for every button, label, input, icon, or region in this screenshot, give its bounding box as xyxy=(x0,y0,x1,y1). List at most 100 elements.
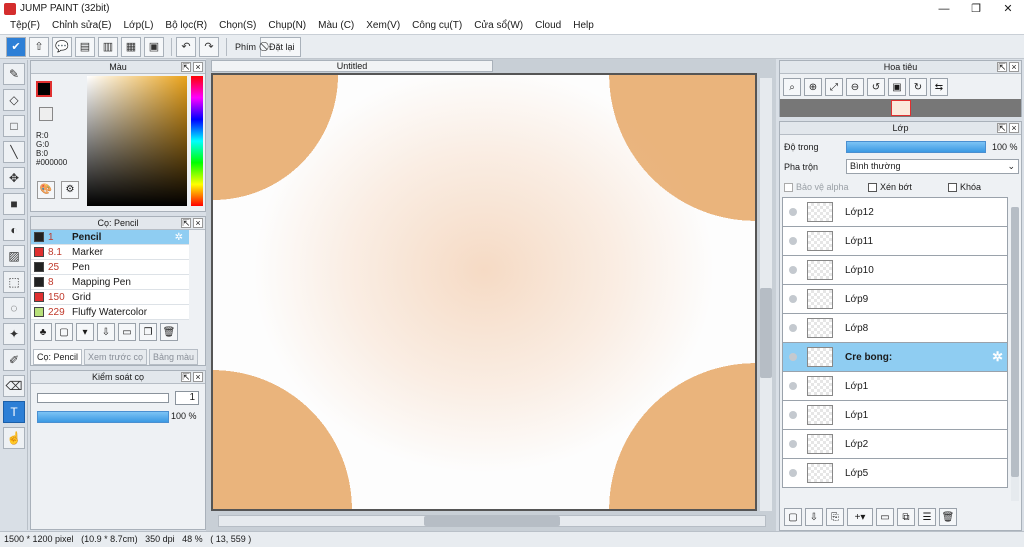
protect-alpha-option[interactable]: Bảo vệ alpha xyxy=(784,182,849,193)
menu-filter[interactable]: Bộ lọc(R) xyxy=(159,20,213,31)
brush-size-value[interactable]: 1 xyxy=(175,391,199,405)
gear-icon[interactable]: ✲ xyxy=(992,349,1003,365)
minimize-button[interactable]: — xyxy=(928,0,960,17)
gradient-tool-icon[interactable]: ▨ xyxy=(3,245,25,267)
trash-icon[interactable]: 🗑 xyxy=(160,323,178,341)
visibility-toggle-icon[interactable] xyxy=(789,440,797,448)
rotate-left-icon[interactable]: ↺ xyxy=(867,78,885,96)
eraser-tool-icon[interactable]: ◇ xyxy=(3,89,25,111)
gear-icon[interactable]: ✲ xyxy=(175,232,183,243)
layer-row[interactable]: Lớp1 xyxy=(782,372,1008,401)
fit-screen-icon[interactable]: ⤢ xyxy=(825,78,843,96)
maximize-button[interactable]: ❐ xyxy=(960,0,992,17)
transparent-swatch[interactable] xyxy=(39,107,53,121)
brush-tree-icon[interactable]: ♣ xyxy=(34,323,52,341)
lock-option[interactable]: Khóa xyxy=(948,182,981,193)
brush-item[interactable]: 150 Grid xyxy=(31,290,189,305)
brush-item[interactable]: 8 Mapping Pen xyxy=(31,275,189,290)
tab-brush-preview[interactable]: Xem trước cọ xyxy=(84,349,147,365)
bucket-tool-icon[interactable]: ◐ xyxy=(3,219,25,241)
brush-item[interactable]: 25 Pen xyxy=(31,260,189,275)
reset-button[interactable]: ⃠Đặt lại xyxy=(260,36,301,57)
actual-size-icon[interactable]: ▣ xyxy=(888,78,906,96)
layer-row[interactable]: Lớp8 xyxy=(782,314,1008,343)
layer-row[interactable]: Cre bong: ✲ xyxy=(782,343,1008,372)
add-layer-menu-icon[interactable]: +▾ xyxy=(847,508,873,526)
zoom-in-icon[interactable]: ⊕ xyxy=(804,78,822,96)
clip-option[interactable]: Xén bớt xyxy=(868,182,912,193)
menu-edit[interactable]: Chỉnh sửa(E) xyxy=(46,20,118,31)
brush-item[interactable]: 1 Pencil ✲ xyxy=(31,230,189,245)
visibility-toggle-icon[interactable] xyxy=(789,295,797,303)
vertical-scrollbar[interactable] xyxy=(760,78,772,511)
menu-capture[interactable]: Chụp(N) xyxy=(262,20,312,31)
layer-row[interactable]: Lớp9 xyxy=(782,285,1008,314)
hue-slider[interactable] xyxy=(191,76,203,206)
menu-view[interactable]: Xem(V) xyxy=(360,20,406,31)
visibility-toggle-icon[interactable] xyxy=(789,324,797,332)
close-icon[interactable]: × xyxy=(1009,62,1019,72)
layer-row[interactable]: Lớp10 xyxy=(782,256,1008,285)
new-layer-icon[interactable]: ▢ xyxy=(784,508,802,526)
fill-rect-tool-icon[interactable]: ■ xyxy=(3,193,25,215)
close-button[interactable]: ✕ xyxy=(992,0,1024,17)
popout-icon[interactable]: ⇱ xyxy=(997,123,1007,133)
menu-select[interactable]: Chọn(S) xyxy=(213,20,262,31)
layer-row[interactable]: Lớp2 xyxy=(782,430,1008,459)
menu-file[interactable]: Tệp(F) xyxy=(4,20,46,31)
horizontal-scrollbar[interactable] xyxy=(218,515,766,527)
select-rect-tool-icon[interactable]: ⬚ xyxy=(3,271,25,293)
popout-icon[interactable]: ⇱ xyxy=(997,62,1007,72)
document-tab[interactable]: Untitled xyxy=(211,60,493,72)
select-pen-tool-icon[interactable]: ✐ xyxy=(3,349,25,371)
layer-settings-icon[interactable]: ☰ xyxy=(918,508,936,526)
folder-icon[interactable]: ▭ xyxy=(876,508,894,526)
lasso-tool-icon[interactable]: ◌ xyxy=(3,297,25,319)
copy-layer-icon[interactable]: ⎘ xyxy=(826,508,844,526)
grid-icon[interactable]: ▣ xyxy=(144,36,164,57)
close-icon[interactable]: × xyxy=(1009,123,1019,133)
duplicate-icon[interactable]: ❐ xyxy=(139,323,157,341)
export-icon[interactable]: ⇧ xyxy=(29,36,49,57)
saturation-value-picker[interactable] xyxy=(87,76,187,206)
popout-icon[interactable]: ⇱ xyxy=(181,62,191,72)
lock-checkbox[interactable] xyxy=(948,183,957,193)
drawing-canvas[interactable] xyxy=(211,73,757,511)
menu-color[interactable]: Màu (C) xyxy=(312,20,360,31)
palette-icon[interactable]: 🎨 xyxy=(37,181,55,199)
close-icon[interactable]: × xyxy=(193,372,203,382)
brush-menu-icon[interactable]: ▾ xyxy=(76,323,94,341)
brush-opacity-slider[interactable] xyxy=(37,411,169,423)
close-icon[interactable]: × xyxy=(193,62,203,72)
redo-icon[interactable]: ↷ xyxy=(199,36,219,57)
menu-help[interactable]: Help xyxy=(567,20,600,31)
move-tool-icon[interactable]: ✥ xyxy=(3,167,25,189)
visibility-toggle-icon[interactable] xyxy=(789,208,797,216)
navigator-preview[interactable] xyxy=(780,99,1021,117)
layer-scroll-thumb[interactable] xyxy=(1011,207,1019,477)
brush-tool-icon[interactable]: ✎ xyxy=(3,63,25,85)
tab-palette[interactable]: Bảng màu xyxy=(148,349,198,365)
merge-layer-icon[interactable]: ⧉ xyxy=(897,508,915,526)
trash-icon[interactable]: 🗑 xyxy=(939,508,957,526)
layer-row[interactable]: Lớp1 xyxy=(782,401,1008,430)
select-eraser-tool-icon[interactable]: ⌫ xyxy=(3,375,25,397)
magic-wand-tool-icon[interactable]: ✦ xyxy=(3,323,25,345)
palette-settings-icon[interactable]: ⚙ xyxy=(61,181,79,199)
menu-window[interactable]: Cửa sổ(W) xyxy=(468,20,529,31)
rotate-right-icon[interactable]: ↻ xyxy=(909,78,927,96)
close-icon[interactable]: × xyxy=(193,218,203,228)
horizontal-scroll-thumb[interactable] xyxy=(424,516,560,526)
vertical-scroll-thumb[interactable] xyxy=(760,288,772,378)
visibility-toggle-icon[interactable] xyxy=(789,266,797,274)
text-tool-icon[interactable]: T xyxy=(3,401,25,423)
layer-row[interactable]: Lớp12 xyxy=(782,198,1008,227)
hand-tool-icon[interactable]: ☝ xyxy=(3,427,25,449)
visibility-toggle-icon[interactable] xyxy=(789,411,797,419)
layer-list-scrollbar[interactable] xyxy=(1011,207,1019,501)
blend-mode-select[interactable]: Bình thường ⌄ xyxy=(846,159,1019,174)
menu-tools[interactable]: Công cụ(T) xyxy=(406,20,468,31)
zoom-icon[interactable]: ⌕ xyxy=(783,78,801,96)
brush-item[interactable]: 229 Fluffy Watercolor xyxy=(31,305,189,320)
line-tool-icon[interactable]: ╲ xyxy=(3,141,25,163)
